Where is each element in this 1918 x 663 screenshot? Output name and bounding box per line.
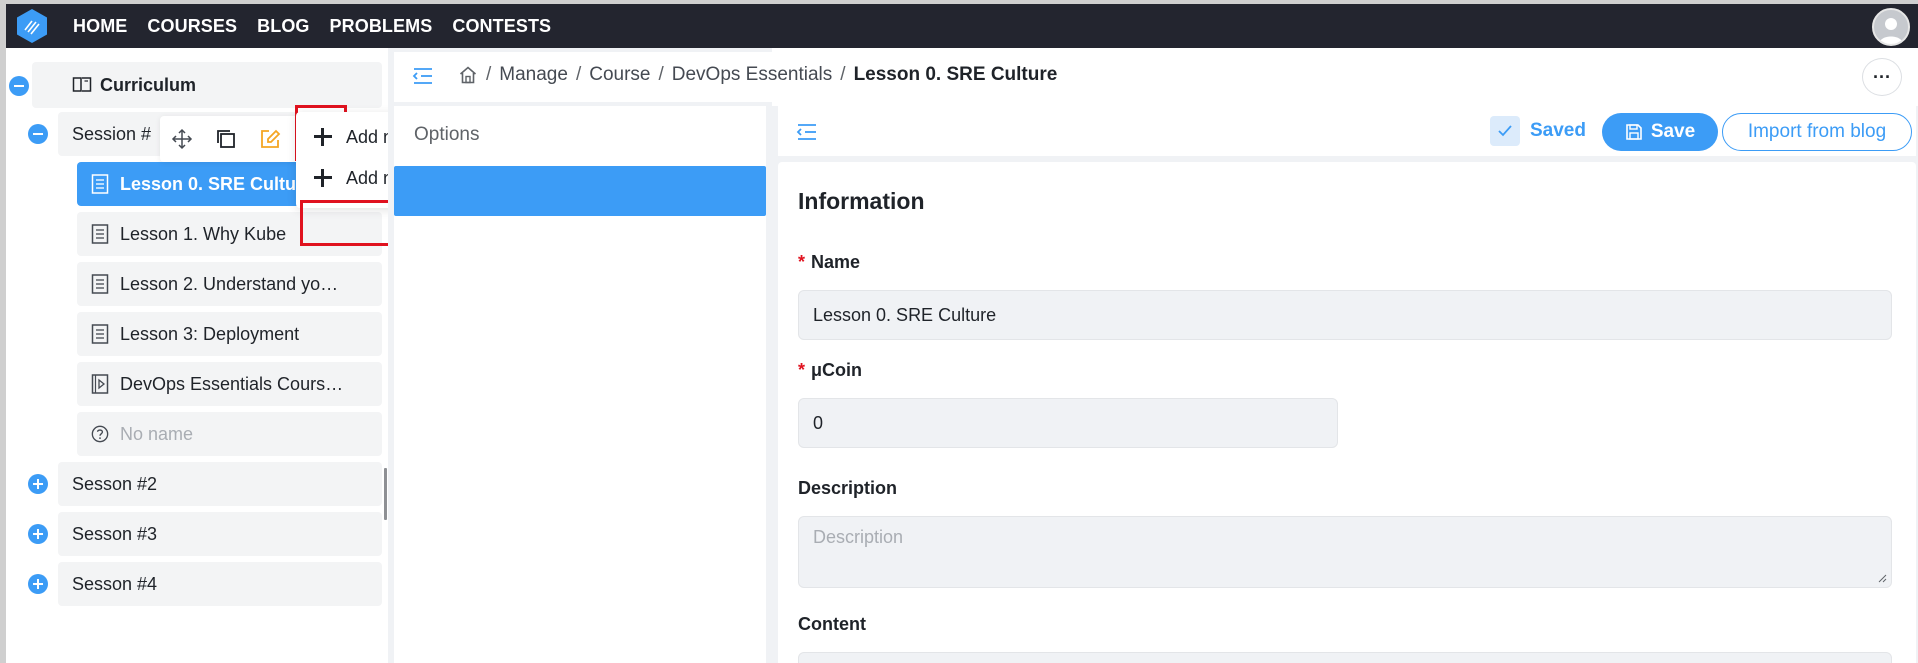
breadcrumb-separator: / <box>658 64 664 85</box>
sidebar-resize-handle[interactable] <box>384 468 387 520</box>
menu-indent-icon[interactable] <box>412 66 434 86</box>
breadcrumb-bar: / Manage / Course / DevOps Essentials / … <box>394 52 1916 102</box>
description-placeholder: Description <box>813 527 904 547</box>
plus-icon <box>314 169 332 187</box>
document-icon <box>91 324 109 344</box>
curriculum-title: Curriculum <box>100 74 197 95</box>
lesson-label: No name <box>120 424 194 444</box>
breadcrumb-current: Lesson 0. SRE Culture <box>853 64 1058 85</box>
description-label: Description <box>798 478 898 498</box>
session-3-expand-button[interactable] <box>28 524 48 544</box>
duplicate-icon[interactable] <box>214 127 238 151</box>
menu-indent-icon[interactable] <box>796 122 818 142</box>
information-form: Information * Name Lesson 0. SRE Culture … <box>778 162 1916 663</box>
session-2-row[interactable]: Sesson #2 <box>58 462 382 506</box>
nav-contests-link[interactable]: CONTESTS <box>452 16 551 37</box>
options-active-item[interactable] <box>394 166 766 216</box>
import-label: Import from blog <box>1747 121 1887 142</box>
video-icon <box>91 374 109 394</box>
nav-blog-link[interactable]: BLOG <box>257 16 309 37</box>
plus-icon <box>314 128 332 146</box>
nav-links: HOME COURSES BLOG PROBLEMS CONTESTS <box>73 4 551 48</box>
move-icon[interactable] <box>170 127 194 151</box>
content-label: Content <box>798 614 866 634</box>
session-3-row[interactable]: Sesson #3 <box>58 512 382 556</box>
lesson-label: Lesson 3: Deployment <box>120 324 300 344</box>
nav-home-link[interactable]: HOME <box>73 16 127 37</box>
lesson-label: DevOps Essentials Cours… <box>120 374 344 394</box>
saved-status: Saved <box>1490 116 1586 146</box>
document-icon <box>91 224 109 244</box>
resize-grip-icon[interactable] <box>1877 573 1887 583</box>
session-3-label: Sesson #3 <box>72 524 158 544</box>
options-label: Options <box>414 124 480 145</box>
check-icon <box>1490 116 1520 146</box>
breadcrumb-separator: / <box>486 64 492 85</box>
save-button[interactable]: Save <box>1602 113 1718 151</box>
description-textarea[interactable]: Description <box>798 516 1892 588</box>
session-4-row[interactable]: Sesson #4 <box>58 562 382 606</box>
curriculum-header[interactable]: Curriculum <box>32 62 382 108</box>
name-input[interactable]: Lesson 0. SRE Culture <box>798 290 1892 340</box>
breadcrumb-separator: / <box>575 64 582 85</box>
name-label: * Name <box>798 252 861 272</box>
edit-icon[interactable] <box>258 127 282 151</box>
name-label-text: Name <box>811 252 861 272</box>
breadcrumb-manage[interactable]: Manage <box>499 64 568 86</box>
breadcrumb-course[interactable]: Course <box>589 64 650 86</box>
options-panel: Options <box>394 106 766 663</box>
saved-label: Saved <box>1530 120 1586 141</box>
section-title: Information <box>798 188 925 214</box>
book-icon <box>72 77 92 92</box>
coin-label: * μCoin <box>798 360 863 380</box>
editor-toolbar: Saved Save Import from blog <box>778 106 1916 156</box>
nav-courses-link[interactable]: COURSES <box>147 16 237 37</box>
app-window: HOME COURSES BLOG PROBLEMS CONTESTS Curr… <box>0 0 1918 663</box>
question-icon <box>91 425 109 443</box>
user-avatar[interactable] <box>1872 8 1910 46</box>
lesson-label: Lesson 2. Understand yo… <box>120 274 339 294</box>
session-1-collapse-button[interactable] <box>28 124 48 144</box>
breadcrumb-separator: / <box>840 64 846 85</box>
document-icon <box>91 274 109 294</box>
curriculum-collapse-button[interactable] <box>9 76 29 96</box>
save-icon <box>1626 124 1642 140</box>
coin-label-text: μCoin <box>811 360 863 380</box>
lesson-item[interactable]: Lesson 3: Deployment <box>77 312 382 356</box>
session-2-expand-button[interactable] <box>28 474 48 494</box>
document-icon <box>91 174 109 194</box>
breadcrumb: / Manage / Course / DevOps Essentials / … <box>458 64 1057 86</box>
lesson-item[interactable]: DevOps Essentials Cours… <box>77 362 382 406</box>
user-icon <box>1879 18 1903 44</box>
top-navbar: HOME COURSES BLOG PROBLEMS CONTESTS <box>6 4 1918 48</box>
breadcrumb-devops[interactable]: DevOps Essentials <box>672 64 833 86</box>
more-options-button[interactable]: ··· <box>1862 58 1902 96</box>
content-editor[interactable] <box>798 652 1892 663</box>
lesson-item[interactable]: Lesson 2. Understand yo… <box>77 262 382 306</box>
nav-problems-link[interactable]: PROBLEMS <box>330 16 433 37</box>
session-4-label: Sesson #4 <box>72 574 158 594</box>
import-from-blog-button[interactable]: Import from blog <box>1722 113 1912 151</box>
home-icon[interactable] <box>458 65 478 85</box>
coin-input[interactable]: 0 <box>798 398 1338 448</box>
logo-icon[interactable] <box>14 8 50 44</box>
session-2-label: Sesson #2 <box>72 474 158 494</box>
lesson-item[interactable]: No name <box>77 412 382 456</box>
session-4-expand-button[interactable] <box>28 574 48 594</box>
save-label: Save <box>1650 121 1696 142</box>
session-1-label: Session # <box>72 124 152 144</box>
